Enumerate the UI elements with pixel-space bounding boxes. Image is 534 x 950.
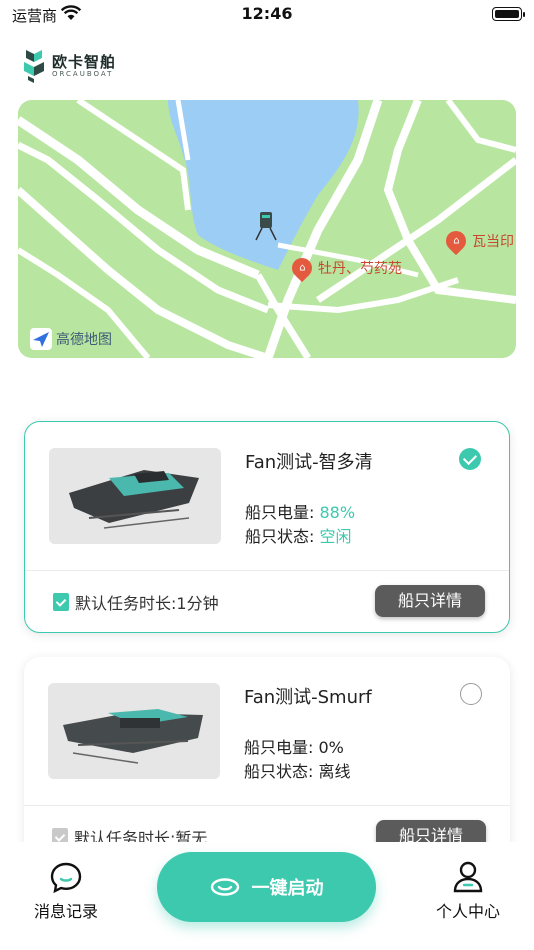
map-poi-label: 牡丹、芍药苑 <box>318 261 402 277</box>
logo-name-en: ORCAUBOAT <box>52 69 114 78</box>
map-poi[interactable]: ⌂ 牡丹、芍药苑 <box>287 253 402 283</box>
task-check-icon <box>53 593 69 611</box>
logo-mark-icon <box>24 50 44 83</box>
boat-status: 船只状态: 空闲 <box>245 523 352 547</box>
battery-label: 船只电量: <box>244 738 314 757</box>
start-button-label: 一键启动 <box>251 878 324 899</box>
map-canvas <box>18 100 516 358</box>
boat-status: 船只状态: 离线 <box>244 758 351 782</box>
map-poi[interactable]: ⌂ 瓦当印 <box>441 226 514 256</box>
logo-name-cn: 欧卡智舶 <box>52 52 117 71</box>
boat-select-checkbox[interactable] <box>460 683 482 705</box>
boat-image <box>48 683 220 779</box>
map-provider-badge: 高德地图 <box>30 328 112 350</box>
one-click-start-button[interactable]: 一键启动 <box>157 852 376 922</box>
boat-battery: 船只电量: 88% <box>245 499 355 523</box>
boat-battery: 船只电量: 0% <box>244 734 344 758</box>
boat-name: Fan测试-智多清 <box>245 452 373 473</box>
boat-detail-button[interactable]: 船只详情 <box>375 585 485 617</box>
app-logo: 欧卡智舶 ORCAUBOAT <box>22 48 116 84</box>
map-pin-icon: ⌂ <box>441 226 471 256</box>
task-duration-label: 默认任务时长:1分钟 <box>75 594 219 613</box>
map-pin-icon: ⌂ <box>287 253 317 283</box>
boat-name: Fan测试-Smurf <box>244 687 372 708</box>
nav-profile-label: 个人中心 <box>435 902 500 921</box>
boat-image <box>49 448 221 544</box>
boat-card[interactable]: Fan测试-Smurf 船只电量: 0% 船只状态: 离线 默认任务时长:暂无 … <box>24 657 510 869</box>
nav-profile[interactable]: 个人中心 <box>418 860 518 922</box>
boat-start-icon <box>210 878 240 896</box>
status-value: 空闲 <box>319 527 352 546</box>
chat-bubble-icon <box>49 860 83 894</box>
card-divider <box>24 805 510 806</box>
status-label: 船只状态: <box>245 527 315 546</box>
person-icon <box>451 860 485 894</box>
card-divider <box>25 570 509 571</box>
battery-label: 船只电量: <box>245 503 315 522</box>
status-value: 离线 <box>318 762 351 781</box>
status-label: 船只状态: <box>244 762 314 781</box>
nav-messages[interactable]: 消息记录 <box>16 860 116 922</box>
battery-value: 0% <box>318 738 344 757</box>
status-bar: 运营商 12:46 <box>0 0 534 30</box>
map-view[interactable]: ⌂ 牡丹、芍药苑 ⌂ 瓦当印 高德地图 <box>18 100 516 358</box>
boat-card[interactable]: Fan测试-智多清 船只电量: 88% 船只状态: 空闲 默认任务时长:1分钟 … <box>24 421 510 633</box>
nav-messages-label: 消息记录 <box>33 902 98 921</box>
map-poi-label: 瓦当印 <box>472 234 514 250</box>
amap-logo-icon <box>30 328 52 350</box>
battery-icon <box>492 7 525 21</box>
boat-select-checkbox[interactable] <box>459 448 481 470</box>
battery-value: 88% <box>319 503 356 522</box>
task-duration: 默认任务时长:1分钟 <box>53 590 219 614</box>
bottom-nav: 消息记录 一键启动 个人中心 <box>0 842 534 950</box>
clock: 12:46 <box>241 4 293 23</box>
map-provider-label: 高德地图 <box>56 332 112 348</box>
